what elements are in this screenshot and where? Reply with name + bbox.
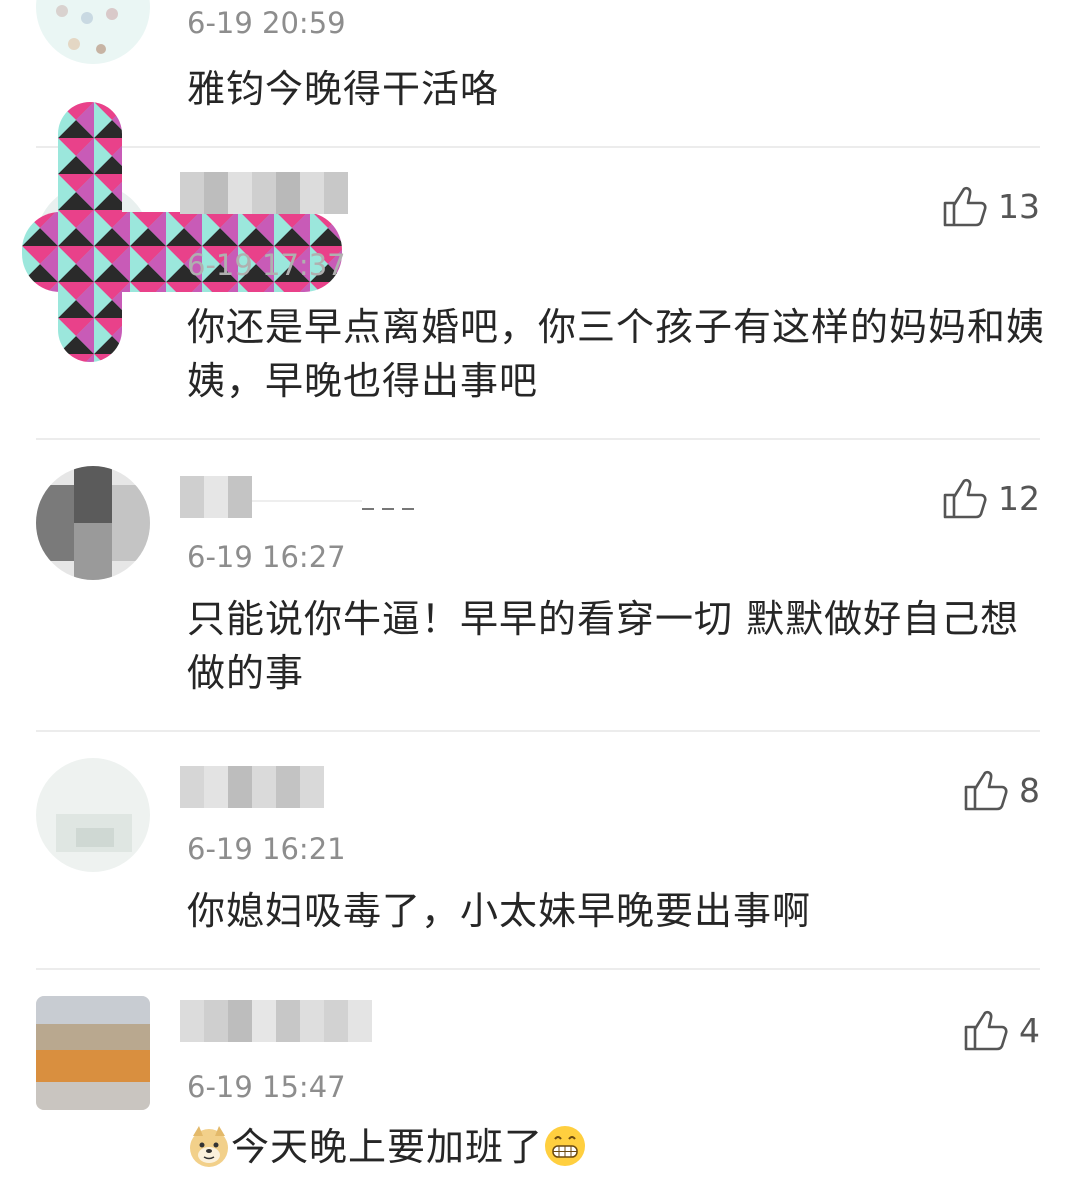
avatar[interactable]	[36, 758, 150, 872]
thumbs-up-icon	[942, 184, 988, 228]
like-button[interactable]: 12	[942, 476, 1040, 520]
like-count: 12	[998, 478, 1040, 518]
comment-item: 12 6-19 16:27 只能说你牛逼！早早的看穿一切 默默做好自己想做的事	[0, 440, 1076, 732]
comment-item: 8 6-19 16:21 你媳妇吸毒了，小太妹早晚要出事啊	[0, 732, 1076, 970]
username-blurred	[180, 172, 348, 218]
comment-timestamp: 6-19 16:27	[187, 540, 346, 574]
comment-timestamp: 6-19 17:37	[187, 248, 346, 282]
thumbs-up-icon	[963, 768, 1009, 812]
comment-text: 你还是早点离婚吧，你三个孩子有这样的妈妈和姨姨，早晚也得出事吧	[187, 305, 1046, 403]
like-count: 8	[1019, 770, 1040, 810]
like-button[interactable]: 4	[963, 1008, 1040, 1052]
comment-timestamp: 6-19 20:59	[187, 6, 346, 40]
like-count: 4	[1019, 1010, 1040, 1050]
comment-text: 你媳妇吸毒了，小太妹早晚要出事啊	[187, 889, 812, 933]
comment-text: 只能说你牛逼！早早的看穿一切 默默做好自己想做的事	[187, 597, 1020, 695]
avatar[interactable]	[36, 996, 150, 1110]
thumbs-up-icon	[942, 476, 988, 520]
comment-text: 今天晚上要加班了	[187, 1120, 1047, 1174]
like-count: 13	[998, 186, 1040, 226]
like-button[interactable]: 8	[963, 768, 1040, 812]
avatar[interactable]	[36, 0, 150, 64]
comment-timestamp: 6-19 16:21	[187, 832, 346, 866]
comment-text-content: 今天晚上要加班了	[231, 1125, 544, 1169]
doge-emoji-icon	[187, 1124, 231, 1168]
comment-feed: 6-19 20:59 雅钧今晚得干活咯 13 6-19 17:37 你还是早点离…	[0, 0, 1076, 1200]
username-blurred	[180, 476, 422, 522]
comment-timestamp: 6-19 15:47	[187, 1070, 346, 1104]
username-blurred	[180, 1000, 372, 1046]
comment-item: 13 6-19 17:37 你还是早点离婚吧，你三个孩子有这样的妈妈和姨姨，早晚…	[0, 102, 1076, 440]
comment-item: 4 6-19 15:47 今天晚上要加班了	[0, 970, 1076, 1200]
like-button[interactable]: 13	[942, 184, 1040, 228]
thumbs-up-icon	[963, 1008, 1009, 1052]
username-blurred	[180, 766, 324, 812]
avatar[interactable]	[36, 466, 150, 580]
grin-emoji-icon	[543, 1124, 587, 1168]
